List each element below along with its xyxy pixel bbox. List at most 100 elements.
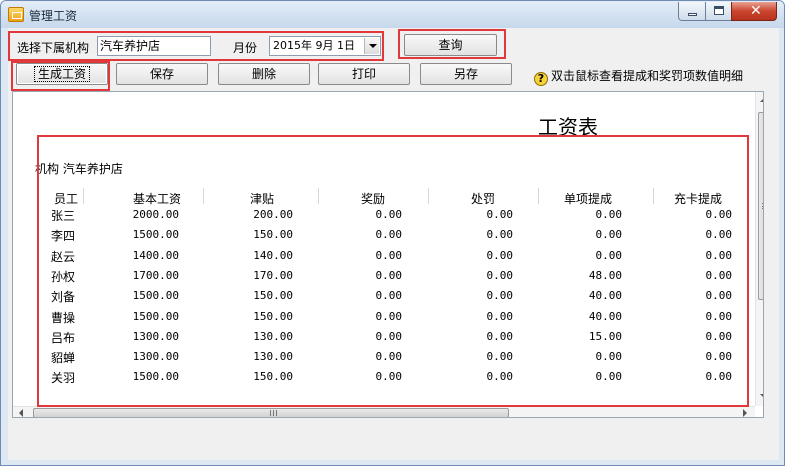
print-button[interactable]: 打印	[318, 63, 410, 85]
table-cell[interactable]: 0.00	[706, 350, 733, 363]
table-cell[interactable]: 0.00	[487, 370, 514, 383]
table-cell[interactable]: 0.00	[376, 249, 403, 262]
table-cell[interactable]: 0.00	[706, 269, 733, 282]
delete-button[interactable]: 删除	[218, 63, 310, 85]
title-bar[interactable]: 管理工资 ✕	[1, 1, 784, 28]
table-cell[interactable]: 0.00	[596, 228, 623, 241]
window-title: 管理工资	[29, 9, 78, 23]
help-icon: ?	[534, 72, 548, 86]
vertical-scrollbar[interactable]	[755, 92, 763, 406]
employee-name[interactable]: 李四	[51, 227, 75, 244]
table-cell[interactable]: 150.00	[253, 370, 293, 383]
table-cell[interactable]: 0.00	[596, 370, 623, 383]
report-title: 工资表	[538, 115, 598, 139]
table-cell[interactable]: 2000.00	[133, 208, 179, 221]
close-button[interactable]: ✕	[731, 2, 777, 21]
maximize-button[interactable]	[705, 2, 732, 21]
employee-name[interactable]: 关羽	[51, 369, 75, 386]
employee-name[interactable]: 赵云	[51, 248, 75, 265]
month-label: 月份	[233, 41, 258, 55]
table-cell[interactable]: 0.00	[487, 269, 514, 282]
month-select[interactable]: 2015年 9月 1日	[269, 36, 381, 56]
table-cell[interactable]: 1300.00	[133, 330, 179, 343]
table-cell[interactable]: 0.00	[706, 208, 733, 221]
column-divider	[538, 188, 539, 204]
table-cell[interactable]: 0.00	[376, 310, 403, 323]
table-cell[interactable]: 0.00	[376, 330, 403, 343]
table-cell[interactable]: 200.00	[253, 208, 293, 221]
scroll-up-icon[interactable]	[760, 98, 763, 102]
table-cell[interactable]: 0.00	[487, 249, 514, 262]
table-cell[interactable]: 0.00	[487, 330, 514, 343]
table-cell[interactable]: 1500.00	[133, 289, 179, 302]
table-cell[interactable]: 15.00	[589, 330, 622, 343]
table-cell[interactable]: 1500.00	[133, 370, 179, 383]
table-cell[interactable]: 0.00	[706, 310, 733, 323]
save-as-button[interactable]: 另存	[420, 63, 512, 85]
table-cell[interactable]: 130.00	[253, 350, 293, 363]
table-cell[interactable]: 150.00	[253, 310, 293, 323]
scroll-down-icon[interactable]	[760, 394, 763, 398]
table-cell[interactable]: 0.00	[706, 289, 733, 302]
table-cell[interactable]: 0.00	[706, 249, 733, 262]
dropdown-arrow-icon[interactable]	[364, 38, 379, 54]
org-input[interactable]: 汽车养护店	[97, 36, 211, 56]
client-area: 选择下属机构 汽车养护店 月份 2015年 9月 1日 查询 生成工资 保存 删…	[8, 28, 779, 460]
minimize-button[interactable]	[678, 2, 706, 21]
table-cell[interactable]: 0.00	[596, 350, 623, 363]
org-label: 选择下属机构	[17, 41, 90, 55]
query-button[interactable]: 查询	[404, 34, 497, 56]
salary-report[interactable]: 工资表 机构 汽车养护店 员工 基本工资 津贴 奖励 处罚 单项提成 充卡提成 张三 2000.…	[12, 91, 764, 418]
column-divider	[428, 188, 429, 204]
column-header: 单项提成	[563, 192, 612, 206]
table-cell[interactable]: 40.00	[589, 310, 622, 323]
help-hint: ? 双击鼠标查看提成和奖罚项数值明细	[534, 67, 743, 86]
scroll-left-icon[interactable]	[19, 409, 23, 417]
table-cell[interactable]: 0.00	[376, 228, 403, 241]
scroll-right-icon[interactable]	[743, 409, 747, 417]
generate-salary-button[interactable]: 生成工资	[16, 63, 108, 85]
table-cell[interactable]: 150.00	[253, 289, 293, 302]
table-cell[interactable]: 150.00	[253, 228, 293, 241]
table-cell[interactable]: 1700.00	[133, 269, 179, 282]
column-divider	[318, 188, 319, 204]
save-button[interactable]: 保存	[116, 63, 208, 85]
horizontal-scroll-thumb[interactable]	[33, 408, 509, 417]
table-cell[interactable]: 0.00	[706, 228, 733, 241]
table-cell[interactable]: 0.00	[376, 269, 403, 282]
help-text: 双击鼠标查看提成和奖罚项数值明细	[551, 69, 744, 83]
horizontal-scrollbar[interactable]	[13, 406, 755, 417]
employee-name[interactable]: 曹操	[51, 309, 75, 326]
table-cell[interactable]: 170.00	[253, 269, 293, 282]
table-cell[interactable]: 0.00	[376, 350, 403, 363]
table-cell[interactable]: 0.00	[596, 249, 623, 262]
maximize-icon	[714, 6, 724, 15]
table-cell[interactable]: 0.00	[487, 228, 514, 241]
table-cell[interactable]: 48.00	[589, 269, 622, 282]
table-cell[interactable]: 0.00	[487, 310, 514, 323]
table-cell[interactable]: 1500.00	[133, 228, 179, 241]
table-cell[interactable]: 0.00	[487, 208, 514, 221]
employee-name[interactable]: 孙权	[51, 268, 75, 285]
table-cell[interactable]: 0.00	[487, 289, 514, 302]
table-cell[interactable]: 0.00	[487, 350, 514, 363]
employee-name[interactable]: 刘备	[51, 288, 75, 305]
table-cell[interactable]: 0.00	[376, 289, 403, 302]
table-cell[interactable]: 0.00	[376, 208, 403, 221]
employee-name[interactable]: 貂蝉	[51, 349, 75, 366]
table-cell[interactable]: 0.00	[596, 208, 623, 221]
vertical-scroll-thumb[interactable]	[758, 112, 763, 300]
table-cell[interactable]: 0.00	[706, 370, 733, 383]
table-cell[interactable]: 0.00	[706, 330, 733, 343]
table-cell[interactable]: 1400.00	[133, 249, 179, 262]
table-cell[interactable]: 1300.00	[133, 350, 179, 363]
table-cell[interactable]: 1500.00	[133, 310, 179, 323]
close-icon: ✕	[750, 3, 762, 19]
table-cell[interactable]: 0.00	[376, 370, 403, 383]
employee-name[interactable]: 张三	[51, 207, 75, 224]
table-cell[interactable]: 140.00	[253, 249, 293, 262]
table-cell[interactable]: 130.00	[253, 330, 293, 343]
table-cell[interactable]: 40.00	[589, 289, 622, 302]
main-window: 管理工资 ✕ 选择下属机构 汽车养护店 月份 2015年 9月 1日 查询 生成…	[0, 0, 785, 466]
employee-name[interactable]: 吕布	[51, 329, 75, 346]
